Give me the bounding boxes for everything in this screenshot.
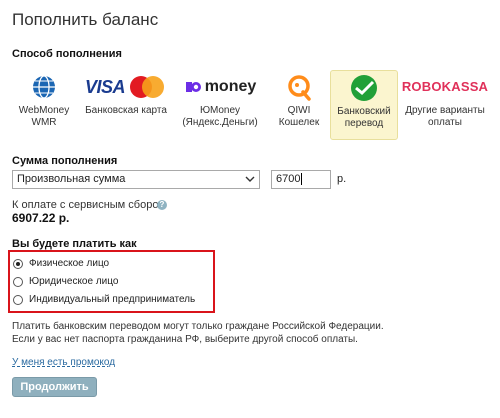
method-label: QIWI Кошелек — [278, 105, 320, 128]
amount-input[interactable]: 6700 — [271, 170, 331, 189]
method-label: ЮMoney (Яндекс.Деньги) — [182, 105, 258, 128]
citizenship-note: Платить банковским переводом могут тольк… — [12, 320, 384, 346]
radio-legal-entity[interactable]: Юридическое лицо — [13, 276, 118, 287]
method-qiwi[interactable]: QIWI Кошелек — [268, 70, 330, 140]
webmoney-logo-icon — [10, 70, 78, 104]
promo-code-link[interactable]: У меня есть промокод — [12, 357, 115, 368]
sberbank-logo-icon — [331, 71, 397, 105]
method-webmoney[interactable]: WebMoney WMR — [10, 70, 78, 140]
continue-button[interactable]: Продолжить — [12, 377, 97, 397]
amount-select-value: Произвольная сумма — [17, 173, 126, 185]
total-amount: 6907.22 р. — [12, 211, 70, 225]
robokassa-logo-icon: ROBOKASSA — [401, 79, 489, 94]
radio-label: Индивидуальный предприниматель — [29, 294, 196, 305]
currency-unit: р. — [337, 173, 347, 185]
visa-mastercard-logo-icon: VISA — [82, 70, 170, 104]
amount-input-value: 6700 — [276, 173, 301, 185]
yoomoney-logo-icon: money — [180, 70, 260, 104]
note-line: Платить банковским переводом могут тольк… — [12, 321, 384, 332]
payment-methods: WebMoney WMR VISA Банковская карта money… — [10, 70, 490, 140]
method-label: Банковский перевод — [337, 106, 391, 129]
method-bank-transfer[interactable]: Банковский перевод — [330, 70, 398, 140]
payer-type-label: Вы будете платить как — [12, 238, 137, 250]
method-label: WebMoney WMR — [18, 105, 70, 128]
radio-label: Физическое лицо — [29, 258, 110, 269]
method-robokassa[interactable]: ROBOKASSA Другие варианты оплаты — [402, 70, 488, 140]
radio-button[interactable] — [13, 276, 23, 287]
radio-button[interactable] — [13, 294, 23, 305]
radio-individual[interactable]: Физическое лицо — [13, 258, 109, 269]
payment-method-label: Способ пополнения — [12, 48, 122, 60]
service-fee-label: К оплате с сервисным сбором — [12, 199, 167, 211]
radio-entrepreneur[interactable]: Индивидуальный предприниматель — [13, 294, 195, 305]
note-line: Если у вас нет паспорта гражданина РФ, в… — [12, 334, 358, 345]
amount-select[interactable]: Произвольная сумма — [12, 170, 260, 189]
radio-button-checked[interactable] — [13, 258, 23, 269]
radio-label: Юридическое лицо — [29, 276, 119, 287]
help-icon[interactable]: ? — [157, 200, 167, 210]
method-label: Банковская карта — [85, 105, 167, 116]
amount-label: Сумма пополнения — [12, 155, 118, 167]
chevron-down-icon — [245, 176, 255, 182]
page-title: Пополнить баланс — [12, 10, 159, 29]
method-bank-card[interactable]: VISA Банковская карта — [82, 70, 170, 140]
method-yoomoney[interactable]: money ЮMoney (Яндекс.Деньги) — [180, 70, 260, 140]
qiwi-logo-icon — [268, 70, 330, 104]
method-label: Другие варианты оплаты — [405, 105, 485, 128]
